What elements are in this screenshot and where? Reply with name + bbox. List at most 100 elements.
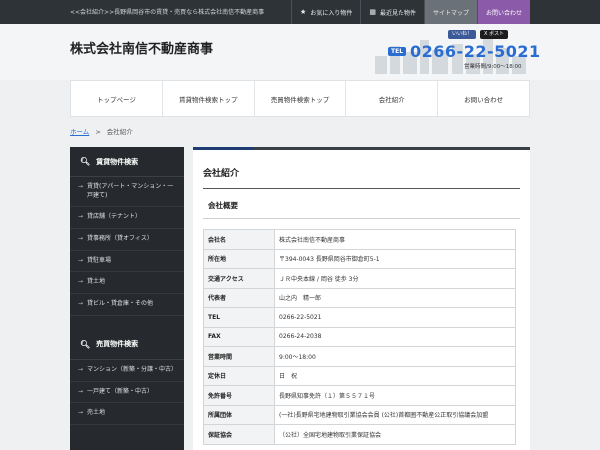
sidebar-item-rent-shop[interactable]: → 貸店舗（テナント） <box>70 207 184 230</box>
info-key: 保証協会 <box>203 424 275 445</box>
sidebar-item-rent-parking[interactable]: → 貸駐車場 <box>70 251 184 273</box>
sidebar-item-label: 賃貸(アパート・マンション・一戸建て) <box>87 183 174 199</box>
header-tel: TEL 0266-22-5021 <box>388 42 541 61</box>
top-nav: ★ お気に入り物件 ▦ 最近見た物件 サイトマップ お問い合わせ <box>291 0 530 24</box>
info-key: 定休日 <box>203 365 275 386</box>
sidebar-sale-title: 売買物件検索 <box>96 340 139 349</box>
sidebar-item-sale-house[interactable]: → 一戸建て（新築・中古） <box>70 382 184 404</box>
info-value: 山之内 精一郎 <box>274 287 516 308</box>
info-key: FAX <box>203 326 275 347</box>
sidebar-rent-header: 🔍︎ 賃貸物件検索 <box>70 147 184 177</box>
info-key: 交通アクセス <box>203 268 275 289</box>
favorites-link[interactable]: ★ お気に入り物件 <box>291 0 360 24</box>
info-key: 所在地 <box>203 248 275 269</box>
table-row: 代表者 山之内 精一郎 <box>203 287 516 308</box>
search-icon: 🔍︎ <box>80 339 91 349</box>
main-top-line <box>193 147 530 150</box>
tel-badge: TEL <box>388 47 407 56</box>
arrow-right-icon: → <box>78 387 84 395</box>
search-icon: 🔍︎ <box>80 157 91 166</box>
company-logo[interactable]: 株式会社南信不動産商事 <box>70 38 213 57</box>
sidebar-item-label: 貸駐車場 <box>87 256 112 264</box>
table-row: 所属団体 (一社)長野県宅地建物取引業協会会員 (公社)首都圏不動産公正取引協議会… <box>203 404 516 425</box>
info-key: 免許番号 <box>203 385 275 406</box>
dark-bar <box>253 147 530 150</box>
sidebar-item-label: 貸事務所（貸オフィス） <box>87 235 153 243</box>
table-row: 所在地 〒394-0043 長野県岡谷市御倉町5-1 <box>203 248 516 269</box>
table-row: 交通アクセス ＪＲ中央本線 / 岡谷 徒歩 3分 <box>203 268 516 289</box>
info-value: 9:00～18:00 <box>274 346 516 367</box>
facebook-like-button[interactable]: いいね！ <box>448 30 477 39</box>
sidebar-item-label: 貸土地 <box>87 278 106 286</box>
sidebar-item-sale-mansion[interactable]: → マンション（新築・分譲・中古） <box>70 360 184 382</box>
top-breadcrumb-text: <<会社紹介>>長野県岡谷市の賃貸・売買なら株式会社南信不動産商事 <box>70 9 265 16</box>
contact-label-top: お問い合わせ <box>485 9 522 17</box>
info-key: 営業時間 <box>203 346 275 367</box>
sidebar-item-label: 貸店舗（テナント） <box>87 213 142 221</box>
sidebar-item-label: 売土地 <box>87 409 106 417</box>
sidebar-item-sale-land[interactable]: → 売土地 <box>70 403 184 425</box>
accent-bar <box>193 147 253 150</box>
history-icon: ▦ <box>369 8 376 16</box>
arrow-right-icon: → <box>78 278 84 286</box>
breadcrumb-home[interactable]: ホーム <box>70 128 89 136</box>
sidebar-sale-header: 🔍︎ 売買物件検索 <box>70 330 184 360</box>
info-value: 株式会社南信不動産商事 <box>274 229 516 250</box>
info-value: 0266-24-2038 <box>274 326 516 347</box>
arrow-right-icon: → <box>78 409 84 417</box>
recently-viewed-label: 最近見た物件 <box>379 9 416 17</box>
table-row: TEL 0266-22-5021 <box>203 307 516 328</box>
info-value: 0266-22-5021 <box>274 307 516 328</box>
breadcrumb: ホーム > 会社紹介 <box>70 126 133 136</box>
info-value: （公社）全国宅地建物取引業保証協会 <box>274 424 516 445</box>
sidebar: 🔍︎ 賃貸物件検索 → 賃貸(アパート・マンション・一戸建て) → 貸店舗（テナント… <box>70 147 184 450</box>
breadcrumb-separator: > <box>95 128 101 136</box>
arrow-right-icon: → <box>78 365 84 373</box>
sidebar-item-label: 貸ビル・貸倉庫・その他 <box>87 300 154 308</box>
sidebar-item-rent-land[interactable]: → 貸土地 <box>70 272 184 295</box>
social-buttons: いいね！ X ポスト <box>448 30 509 39</box>
gnav-top[interactable]: トップページ <box>71 81 162 116</box>
sidebar-item-rent-building[interactable]: → 貸ビル・貸倉庫・その他 <box>70 294 184 316</box>
gnav-contact[interactable]: お問い合わせ <box>437 81 529 116</box>
sidebar-item-rent-office[interactable]: → 貸事務所（貸オフィス） <box>70 229 184 251</box>
sidebar-rent-title: 賃貸物件検索 <box>96 157 139 166</box>
sitemap-link[interactable]: サイトマップ <box>423 0 477 24</box>
gnav-company[interactable]: 会社紹介 <box>345 81 437 116</box>
company-info-table: 会社名 株式会社南信不動産商事 所在地 〒394-0043 長野県岡谷市御倉町5-1 交… <box>203 229 516 445</box>
info-value: (一社)長野県宅地建物取引業協会会員 (公社)首都圏不動産公正取引協議会加盟 <box>274 404 516 425</box>
gnav-rent-search[interactable]: 賃貸物件検索トップ <box>161 81 254 116</box>
sidebar-item-label: 一戸建て（新築・中古） <box>87 387 154 395</box>
x-post-button[interactable]: X ポスト <box>480 30 509 39</box>
favorites-label: お気に入り物件 <box>310 9 353 17</box>
info-value: 〒394-0043 長野県岡谷市御倉町5-1 <box>274 248 516 269</box>
gnav-sale-search[interactable]: 売買物件検索トップ <box>253 81 346 116</box>
table-row: 免許番号 長野県知事免許（１）第５５７１号 <box>203 385 516 406</box>
arrow-right-icon: → <box>78 256 84 264</box>
sidebar-item-rent-residential[interactable]: → 賃貸(アパート・マンション・一戸建て) <box>70 177 184 208</box>
business-hours: 営業時間/9:00～18:00 <box>464 64 522 70</box>
tel-number[interactable]: 0266-22-5021 <box>410 42 541 61</box>
star-icon: ★ <box>300 8 307 16</box>
contact-link-top[interactable]: お問い合わせ <box>476 0 530 24</box>
table-row: 会社名 株式会社南信不動産商事 <box>203 229 516 250</box>
page-title: 会社紹介 <box>203 166 520 189</box>
sitemap-label: サイトマップ <box>432 9 469 17</box>
info-key: 所属団体 <box>203 404 275 425</box>
table-row: 保証協会 （公社）全国宅地建物取引業保証協会 <box>203 424 516 445</box>
recently-viewed-link[interactable]: ▦ 最近見た物件 <box>360 0 424 24</box>
info-value: 長野県知事免許（１）第５５７１号 <box>274 385 516 406</box>
info-value: 日 祝 <box>274 365 516 386</box>
breadcrumb-current: 会社紹介 <box>106 128 133 136</box>
info-key: TEL <box>203 307 275 328</box>
table-row: 定休日日 祝 <box>203 365 516 386</box>
arrow-right-icon: → <box>78 213 84 221</box>
arrow-right-icon: → <box>78 183 84 190</box>
table-row: 営業時間 9:00～18:00 <box>203 346 516 367</box>
main-content: 会社紹介 会社概要 会社名 株式会社南信不動産商事 所在地 〒394-0043 長野県… <box>193 147 530 450</box>
info-key: 会社名 <box>203 229 275 250</box>
arrow-right-icon: → <box>78 235 84 243</box>
arrow-right-icon: → <box>78 300 84 308</box>
info-key: 代表者 <box>203 287 275 308</box>
